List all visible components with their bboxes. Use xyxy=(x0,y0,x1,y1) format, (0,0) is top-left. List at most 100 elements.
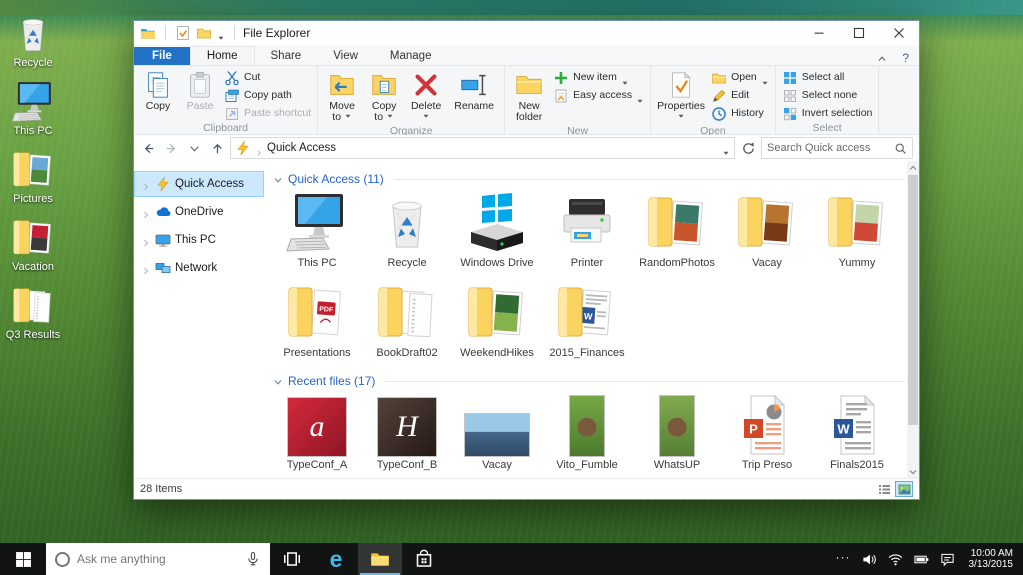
file-item[interactable]: Vacay xyxy=(722,191,812,269)
tab-home[interactable]: Home xyxy=(190,46,255,65)
photo-square-icon: H xyxy=(374,393,440,457)
expand-chevron-icon[interactable] xyxy=(141,179,151,189)
invert-selection-button[interactable]: Invert selection xyxy=(780,105,875,122)
content-area: Quick Access (11) This PC Recycle Wind xyxy=(264,161,919,478)
file-item[interactable]: Yummy xyxy=(812,191,902,269)
select-none-button[interactable]: Select none xyxy=(780,87,875,104)
wifi-icon[interactable] xyxy=(888,552,903,567)
help-icon[interactable]: ? xyxy=(902,51,909,65)
delete-button[interactable]: Delete xyxy=(406,68,446,125)
task-view-button[interactable] xyxy=(270,543,314,575)
section-header-quick-access[interactable]: Quick Access (11) xyxy=(272,169,905,189)
new-folder-button[interactable]: New folder xyxy=(509,68,549,125)
store-button[interactable] xyxy=(402,543,446,575)
open-button[interactable]: Open xyxy=(709,69,771,86)
taskbar-search[interactable] xyxy=(46,543,270,575)
file-item[interactable]: W Finals2015 xyxy=(812,393,902,471)
address-box[interactable]: Quick Access xyxy=(230,137,735,159)
move-to-button[interactable]: Move to xyxy=(322,68,362,125)
tray-overflow-icon[interactable]: ··· xyxy=(836,550,851,564)
file-item[interactable]: Windows Drive xyxy=(452,191,542,269)
new-folder-shortcut-icon[interactable] xyxy=(196,25,212,41)
start-button[interactable] xyxy=(0,543,46,575)
qat-customize-chevron-icon[interactable] xyxy=(217,29,225,37)
photo-square-icon: a xyxy=(284,393,350,457)
chevron-down-icon xyxy=(386,112,394,120)
tab-view[interactable]: View xyxy=(317,47,374,65)
file-item[interactable]: Vito_Fumble xyxy=(542,393,632,471)
file-item[interactable]: W 2015_Finances xyxy=(542,281,632,359)
paste-button[interactable]: Paste xyxy=(180,68,220,114)
file-item[interactable]: WeekendHikes xyxy=(452,281,542,359)
paste-shortcut-button[interactable]: Paste shortcut xyxy=(222,105,313,122)
battery-icon[interactable] xyxy=(914,552,929,567)
file-item[interactable]: P Trip Preso xyxy=(722,393,812,471)
properties-button[interactable]: Properties xyxy=(655,68,707,125)
new-item-button[interactable]: New item xyxy=(551,69,646,86)
desktop-icon-label: Vacation xyxy=(12,261,54,273)
close-button[interactable] xyxy=(879,21,919,45)
file-item[interactable]: BookDraft02 xyxy=(362,281,452,359)
microphone-icon[interactable] xyxy=(245,551,261,567)
cut-button[interactable]: Cut xyxy=(222,69,313,86)
drive-windows-icon xyxy=(464,191,530,255)
tab-file[interactable]: File xyxy=(134,47,190,65)
edit-button[interactable]: Edit xyxy=(709,87,771,104)
rename-button[interactable]: Rename xyxy=(448,68,500,114)
maximize-button[interactable] xyxy=(839,21,879,45)
nav-item[interactable]: This PC xyxy=(134,227,264,253)
file-item[interactable]: WhatsUP xyxy=(632,393,722,471)
nav-item[interactable]: OneDrive xyxy=(134,199,264,225)
file-explorer-taskbar-button[interactable] xyxy=(358,543,402,575)
file-item[interactable]: Recycle xyxy=(362,191,452,269)
volume-icon[interactable] xyxy=(862,552,877,567)
taskbar-search-input[interactable] xyxy=(77,552,238,566)
copy-path-button[interactable]: Copy path xyxy=(222,87,313,104)
section-header-recent-files[interactable]: Recent files (17) xyxy=(272,371,905,391)
desktop-icon[interactable]: Pictures xyxy=(2,148,64,205)
scroll-up-arrow-icon[interactable] xyxy=(907,161,919,174)
file-item[interactable]: RandomPhotos xyxy=(632,191,722,269)
file-item[interactable]: Printer xyxy=(542,191,632,269)
edge-button[interactable]: e xyxy=(314,543,358,575)
nav-item[interactable]: Quick Access xyxy=(134,171,264,197)
collapse-ribbon-icon[interactable] xyxy=(876,52,888,64)
desktop-icon[interactable]: Q3 Results xyxy=(2,284,64,341)
copy-to-button[interactable]: Copy to xyxy=(364,68,404,125)
scroll-down-arrow-icon[interactable] xyxy=(907,465,919,478)
file-item[interactable]: a TypeConf_A xyxy=(272,393,362,471)
address-dropdown-chevron-icon[interactable] xyxy=(722,144,730,152)
expand-chevron-icon[interactable] xyxy=(141,235,151,245)
vertical-scrollbar[interactable] xyxy=(907,161,919,478)
thumbnail-view-button[interactable] xyxy=(895,481,913,497)
edit-icon xyxy=(711,88,727,104)
history-button[interactable]: History xyxy=(709,105,771,122)
copy-button[interactable]: Copy xyxy=(138,68,178,114)
file-item[interactable]: Vacay xyxy=(452,393,542,471)
forward-button[interactable] xyxy=(161,138,181,158)
action-center-icon[interactable] xyxy=(940,552,955,567)
desktop-icon[interactable]: This PC xyxy=(2,80,64,137)
search-input[interactable] xyxy=(767,142,894,154)
tab-manage[interactable]: Manage xyxy=(374,47,448,65)
back-button[interactable] xyxy=(138,138,158,158)
expand-chevron-icon[interactable] xyxy=(141,207,151,217)
file-item[interactable]: PDF Presentations xyxy=(272,281,362,359)
tab-share[interactable]: Share xyxy=(255,47,318,65)
up-button[interactable] xyxy=(207,138,227,158)
desktop-icon[interactable]: Vacation xyxy=(2,216,64,273)
file-item[interactable]: This PC xyxy=(272,191,362,269)
properties-shortcut-icon[interactable] xyxy=(175,25,191,41)
expand-chevron-icon[interactable] xyxy=(141,263,151,273)
refresh-button[interactable] xyxy=(738,138,758,158)
scrollbar-thumb[interactable] xyxy=(908,175,918,425)
select-all-button[interactable]: Select all xyxy=(780,69,875,86)
details-view-button[interactable] xyxy=(875,481,893,497)
taskbar-clock[interactable]: 10:00 AM 3/13/2015 xyxy=(966,548,1014,571)
minimize-button[interactable] xyxy=(799,21,839,45)
nav-item[interactable]: Network xyxy=(134,255,264,281)
easy-access-button[interactable]: Easy access xyxy=(551,87,646,104)
file-item[interactable]: H TypeConf_B xyxy=(362,393,452,471)
recent-locations-chevron-icon[interactable] xyxy=(184,138,204,158)
desktop-icon[interactable]: Recycle xyxy=(2,12,64,69)
